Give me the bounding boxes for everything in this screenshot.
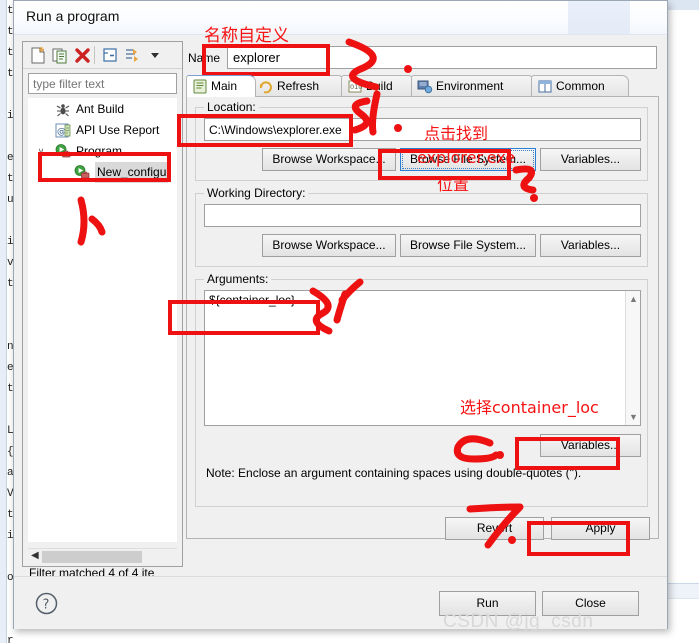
scroll-left-arrow-icon[interactable]: ◀: [31, 550, 39, 561]
run-configuration-dialog: Run a program type filter text Ant Build…: [13, 0, 668, 629]
name-input[interactable]: [227, 46, 657, 69]
location-input[interactable]: [204, 118, 641, 141]
configuration-form-panel: Name Main Refresh: [186, 41, 659, 567]
tab-main[interactable]: Main: [186, 75, 256, 97]
name-row: Name: [186, 45, 659, 71]
tab-build[interactable]: 010 Build: [341, 75, 415, 97]
revert-button[interactable]: Revert: [445, 517, 544, 540]
dialog-title: Run a program: [26, 8, 120, 24]
build-tab-icon: 010: [348, 80, 362, 93]
scroll-down-arrow-icon[interactable]: ▼: [629, 412, 638, 422]
toolbar-separator: [94, 46, 95, 64]
arguments-vertical-scrollbar[interactable]: ▲ ▼: [625, 291, 640, 425]
titlebar-icon-area: [568, 1, 630, 34]
dialog-body: Ant Build @ API Use Report ∨: [14, 35, 667, 580]
watermark: CSDN @jg_csdn: [443, 611, 594, 632]
tree-item-label: New_configu: [95, 162, 169, 183]
tree-item-ant-build[interactable]: Ant Build: [29, 99, 176, 120]
tab-common[interactable]: Common: [531, 75, 629, 97]
location-group-label: Location:: [204, 100, 259, 114]
arguments-group: Arguments: ${container_loc} ▲ ▼ Variable…: [195, 272, 648, 507]
main-tab-icon: [193, 79, 207, 94]
refresh-tab-icon: [259, 81, 272, 94]
tab-bar: Main Refresh 010 Build Environment Commo…: [186, 75, 659, 97]
tab-refresh[interactable]: Refresh: [252, 75, 345, 97]
tree-item-label: Program: [76, 144, 123, 158]
filter-input[interactable]: [28, 73, 177, 94]
svg-text:010: 010: [350, 83, 362, 91]
working-directory-input[interactable]: [204, 204, 641, 227]
ant-build-icon: [56, 104, 70, 117]
environment-tab-icon: [417, 80, 433, 94]
editor-gutter: [0, 0, 7, 643]
arguments-note: Note: Enclose an argument containing spa…: [206, 466, 582, 480]
tree-item-program[interactable]: ∨ Program: [29, 141, 176, 162]
arguments-group-label: Arguments:: [204, 272, 272, 286]
delete-launch-configuration-icon[interactable]: [73, 46, 92, 65]
filter-launch-configurations-icon[interactable]: [123, 46, 142, 65]
tab-environment[interactable]: Environment: [411, 75, 535, 97]
tree-item-label: API Use Report: [76, 123, 160, 137]
program-icon: [55, 144, 71, 158]
api-use-report-icon: @: [55, 123, 71, 138]
location-variables-button[interactable]: Variables...: [540, 148, 641, 171]
help-question-icon[interactable]: ?: [35, 592, 58, 615]
arguments-value: ${container_loc}: [209, 293, 296, 307]
tab-label: Environment: [436, 79, 504, 93]
tree-item-label: Ant Build: [76, 102, 125, 116]
duplicate-launch-configuration-icon[interactable]: [51, 46, 70, 65]
tab-label: Main: [211, 79, 238, 93]
tab-label: Refresh: [277, 79, 320, 93]
annotation-note-browse-1: 点击找到: [424, 124, 489, 143]
launch-configuration-tree[interactable]: Ant Build @ API Use Report ∨ Program New…: [28, 98, 177, 542]
svg-text:?: ?: [43, 598, 50, 613]
view-menu-chevron-down-icon[interactable]: [149, 46, 161, 65]
tree-horizontal-scrollbar[interactable]: ◀: [28, 548, 177, 564]
tab-label: Common: [556, 79, 605, 93]
annotation-note-browse-2: explorer.exe: [417, 148, 516, 167]
name-label: Name: [188, 51, 221, 65]
dialog-titlebar: Run a program: [14, 1, 667, 35]
wd-browse-workspace-button[interactable]: Browse Workspace...: [262, 234, 396, 257]
tree-item-new-configuration[interactable]: New_configu: [29, 162, 176, 183]
location-browse-workspace-button[interactable]: Browse Workspace...: [262, 148, 396, 171]
wd-browse-file-system-button[interactable]: Browse File System...: [400, 234, 536, 257]
launch-config-toolbar: [23, 42, 182, 69]
common-tab-icon: [538, 80, 552, 93]
tree-twisty-expanded[interactable]: ∨: [35, 141, 47, 162]
working-directory-group-label: Working Directory:: [204, 186, 309, 200]
tab-label: Build: [366, 79, 393, 93]
wd-variables-button[interactable]: Variables...: [540, 234, 641, 257]
scroll-up-arrow-icon[interactable]: ▲: [629, 294, 638, 304]
program-config-icon: [74, 165, 90, 179]
annotation-note-name: 名称自定义: [204, 26, 289, 46]
scrollbar-thumb[interactable]: [42, 551, 142, 563]
location-group: Location: Browse Workspace... Browse Fil…: [195, 100, 648, 181]
apply-button[interactable]: Apply: [551, 517, 650, 540]
arguments-variables-button[interactable]: Variables...: [540, 434, 641, 457]
annotation-note-variables: 选择container_loc: [460, 398, 599, 417]
launch-configurations-panel: Ant Build @ API Use Report ∨: [22, 41, 183, 580]
working-directory-group: Working Directory: Browse Workspace... B…: [195, 186, 648, 267]
annotation-note-browse-3: 位置: [437, 175, 470, 194]
new-launch-configuration-icon[interactable]: [29, 46, 48, 65]
tree-item-api-use-report[interactable]: @ API Use Report: [29, 120, 176, 141]
collapse-all-icon[interactable]: [101, 46, 120, 65]
